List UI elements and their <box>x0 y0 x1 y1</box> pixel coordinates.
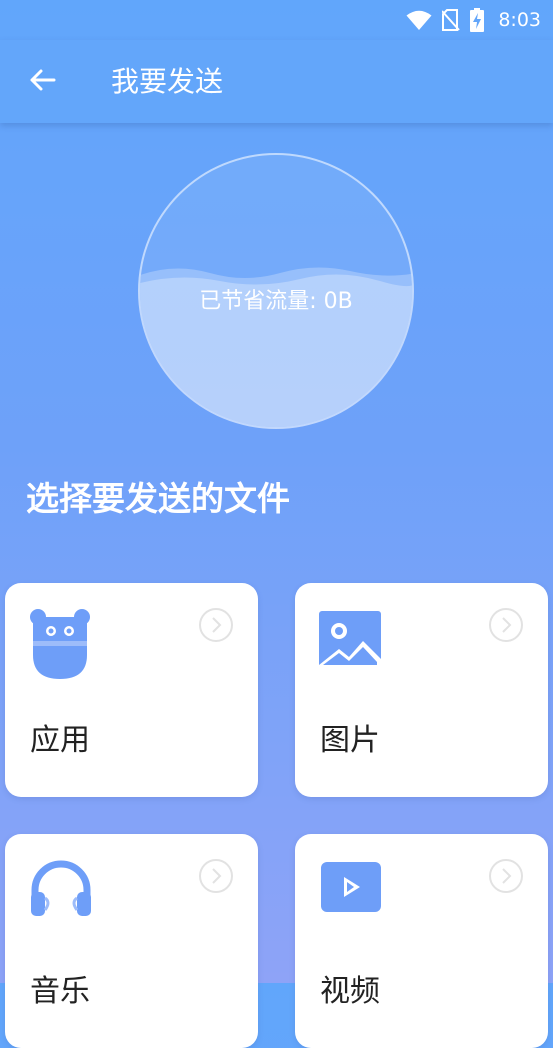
category-card-videos[interactable]: 视频 <box>295 834 548 1048</box>
section-title: 选择要发送的文件 <box>26 479 290 518</box>
saved-traffic-text: 已节省流量: 0B <box>199 289 353 314</box>
back-button[interactable] <box>22 62 62 102</box>
image-icon <box>319 607 381 677</box>
arrow-left-icon <box>28 68 56 96</box>
battery-charging-icon <box>470 8 485 32</box>
category-label: 音乐 <box>30 974 90 1009</box>
wifi-icon <box>406 9 432 31</box>
category-label: 图片 <box>320 723 380 758</box>
category-card-music[interactable]: 音乐 <box>5 834 258 1048</box>
chevron-right-icon <box>488 858 524 894</box>
status-time: 8:03 <box>498 9 541 31</box>
chevron-right-icon <box>198 607 234 643</box>
status-bar: 8:03 <box>0 0 553 40</box>
category-card-apps[interactable]: 应用 <box>5 583 258 797</box>
app-bar: 我要发送 <box>0 40 553 123</box>
category-label: 视频 <box>320 974 380 1009</box>
page-title: 我要发送 <box>111 65 224 98</box>
category-label: 应用 <box>30 723 90 758</box>
no-sim-icon <box>442 9 461 31</box>
chevron-right-icon <box>488 607 524 643</box>
chevron-right-icon <box>198 858 234 894</box>
headphones-icon <box>29 858 91 928</box>
video-play-icon <box>319 858 381 928</box>
category-card-images[interactable]: 图片 <box>295 583 548 797</box>
saved-traffic-gauge: 已节省流量: 0B <box>138 153 414 429</box>
app-robot-icon <box>29 607 91 679</box>
